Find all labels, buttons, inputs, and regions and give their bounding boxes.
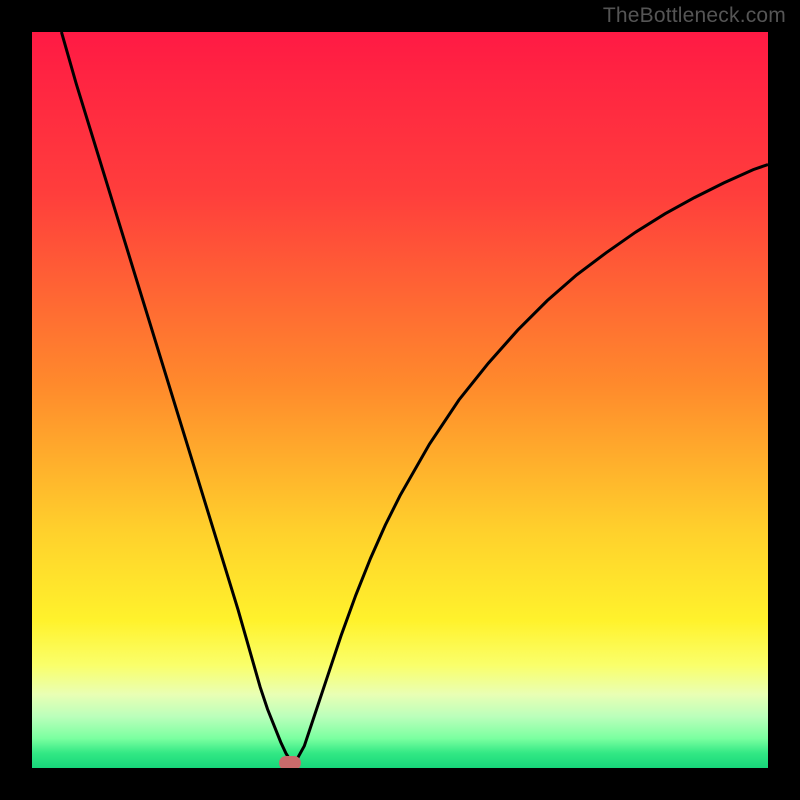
- bottleneck-curve: [32, 32, 768, 768]
- optimum-marker: [279, 756, 301, 768]
- chart-frame: TheBottleneck.com: [0, 0, 800, 800]
- attribution-watermark: TheBottleneck.com: [603, 4, 786, 28]
- plot-area: [32, 32, 768, 768]
